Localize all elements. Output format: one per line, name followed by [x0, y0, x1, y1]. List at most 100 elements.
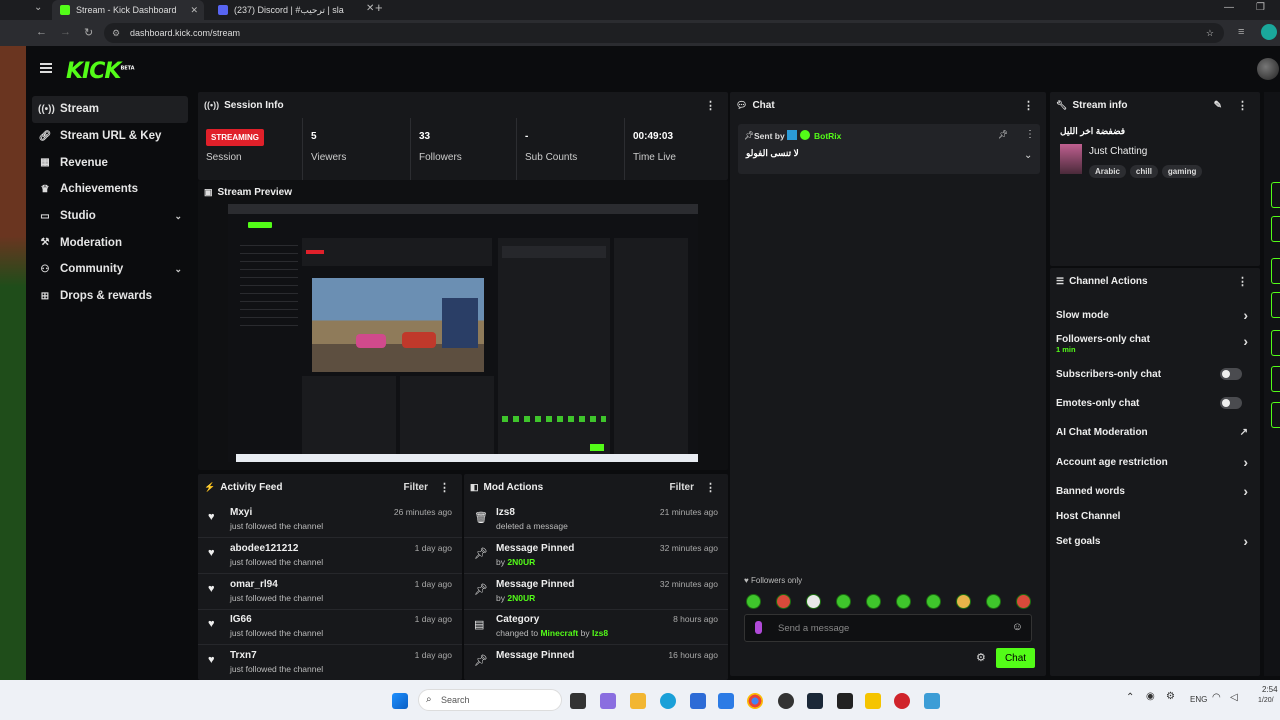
pinned-message[interactable]: 📌︎ Sent by BotRix لا تنسى الفولو 📌︎ ⋮ ⌄: [738, 124, 1040, 174]
more-options-icon[interactable]: ⋮: [705, 99, 716, 112]
activity-user[interactable]: IG66: [230, 614, 252, 625]
set-goals-action[interactable]: Set goals ›: [1056, 530, 1252, 555]
activity-user[interactable]: Trxn7: [230, 650, 257, 661]
chevron-down-icon[interactable]: ⌄: [174, 211, 182, 222]
sidebar-item-studio[interactable]: ▭ Studio ⌄: [32, 203, 188, 230]
edge-item[interactable]: [1271, 258, 1280, 284]
more-options-icon[interactable]: ⋮: [705, 481, 716, 494]
menu-hamburger-icon[interactable]: [40, 63, 52, 73]
user-avatar[interactable]: [1257, 58, 1279, 80]
banned-words-action[interactable]: Banned words ›: [1056, 480, 1252, 505]
emote-icon[interactable]: [776, 594, 791, 609]
emote-icon[interactable]: [746, 594, 761, 609]
edge-item[interactable]: [1271, 330, 1280, 356]
edge-item[interactable]: [1271, 366, 1280, 392]
site-info-icon[interactable]: ⚙: [112, 28, 120, 39]
more-options-icon[interactable]: ⋮: [1237, 99, 1248, 112]
sidebar-item-drops-rewards[interactable]: ⊞ Drops & rewards: [32, 283, 188, 310]
app-icon[interactable]: [865, 693, 881, 709]
emote-icon[interactable]: [866, 594, 881, 609]
url-field[interactable]: ⚙ dashboard.kick.com/stream ☆: [104, 23, 1224, 43]
emote-icon[interactable]: [956, 594, 971, 609]
file-explorer-icon[interactable]: [630, 693, 646, 709]
activity-user[interactable]: omar_rl94: [230, 579, 278, 590]
emote-icon[interactable]: [896, 594, 911, 609]
mail-icon[interactable]: [718, 693, 734, 709]
edge-item[interactable]: [1271, 402, 1280, 428]
filter-button[interactable]: Filter: [670, 482, 694, 493]
task-view-icon[interactable]: [570, 693, 586, 709]
activity-user[interactable]: Mxyi: [230, 507, 252, 518]
profile-avatar[interactable]: [1261, 24, 1277, 40]
back-arrow-icon[interactable]: ←: [36, 26, 47, 38]
reload-icon[interactable]: ↻: [84, 26, 93, 39]
sidebar-item-community[interactable]: ⚇ Community ⌄: [32, 256, 188, 283]
host-channel-action[interactable]: Host Channel: [1056, 505, 1252, 530]
epic-games-icon[interactable]: [837, 693, 853, 709]
chevron-down-icon[interactable]: ⌄: [174, 264, 182, 275]
followers-only-action[interactable]: Followers-only chat 1 min ›: [1056, 328, 1252, 358]
language-indicator[interactable]: ENG: [1190, 695, 1207, 704]
emote-icon[interactable]: [1016, 594, 1031, 609]
minimize-icon[interactable]: —: [1224, 2, 1234, 13]
more-options-icon[interactable]: ⋮: [1025, 129, 1035, 140]
steam-icon[interactable]: [807, 693, 823, 709]
activity-user[interactable]: abodee121212: [230, 543, 298, 554]
bookmark-star-icon[interactable]: ☆: [1206, 28, 1214, 39]
sidebar-item-stream-url-key[interactable]: 🔗︎ Stream URL & Key: [32, 123, 188, 150]
widgets-icon[interactable]: [600, 693, 616, 709]
mod-item-title[interactable]: Izs8: [496, 507, 515, 518]
more-options-icon[interactable]: ⋮: [1023, 99, 1034, 112]
clock-time[interactable]: 2:54: [1262, 685, 1278, 694]
wifi-icon[interactable]: ◠: [1212, 692, 1221, 703]
volume-icon[interactable]: ◁: [1230, 692, 1238, 703]
sidebar-item-achievements[interactable]: ♛ Achievements: [32, 176, 188, 203]
tag-pill[interactable]: gaming: [1161, 165, 1203, 178]
ai-moderation-action[interactable]: AI Chat Moderation ↗: [1056, 421, 1252, 446]
edit-pencil-icon[interactable]: ✎: [1214, 100, 1222, 111]
more-options-icon[interactable]: ⋮: [1237, 275, 1248, 288]
mod-user-link[interactable]: Izs8: [592, 628, 608, 638]
mod-user-link[interactable]: 2N0UR: [507, 593, 535, 603]
chevron-down-icon[interactable]: ⌄: [1024, 150, 1032, 161]
filter-button[interactable]: Filter: [404, 482, 428, 493]
pinned-username[interactable]: BotRix: [814, 131, 841, 141]
riot-icon[interactable]: [894, 693, 910, 709]
sidebar-item-stream[interactable]: ((•)) Stream: [32, 96, 188, 123]
category-link[interactable]: Minecraft: [540, 628, 578, 638]
close-tab-icon[interactable]: ✕: [190, 5, 198, 16]
edge-item[interactable]: [1271, 216, 1280, 242]
slow-mode-action[interactable]: Slow mode ›: [1056, 304, 1252, 329]
emoji-icon[interactable]: ☺: [1012, 621, 1023, 633]
windows-start-icon[interactable]: [392, 693, 408, 709]
clock-date[interactable]: 1/20/: [1258, 697, 1274, 704]
mod-user-link[interactable]: 2N0UR: [507, 557, 535, 567]
kick-logo[interactable]: KICKBETA: [66, 59, 135, 84]
tab-search-icon[interactable]: ⌄: [34, 2, 42, 13]
microphone-icon[interactable]: [755, 621, 762, 634]
more-options-icon[interactable]: ⋮: [439, 481, 450, 494]
emote-icon[interactable]: [836, 594, 851, 609]
emote-icon[interactable]: [806, 594, 821, 609]
app-icon[interactable]: [924, 693, 940, 709]
unpin-icon[interactable]: 📌︎: [998, 130, 1008, 139]
tray-icon[interactable]: ⚙: [1166, 691, 1175, 702]
chat-input[interactable]: Send a message ☺: [744, 614, 1032, 642]
forward-arrow-icon[interactable]: →: [60, 26, 71, 38]
account-age-action[interactable]: Account age restriction ›: [1056, 451, 1252, 476]
tab-kick-dashboard[interactable]: Stream - Kick Dashboard ✕: [52, 0, 204, 20]
emote-icon[interactable]: [986, 594, 1001, 609]
tag-pill[interactable]: Arabic: [1089, 165, 1126, 178]
category-thumbnail[interactable]: [1060, 144, 1082, 174]
new-tab-button[interactable]: +: [375, 0, 383, 15]
chevron-up-icon[interactable]: ⌃: [1126, 692, 1134, 703]
subscribers-only-toggle[interactable]: [1220, 368, 1242, 380]
close-tab-icon[interactable]: ✕: [366, 3, 374, 14]
emote-icon[interactable]: [926, 594, 941, 609]
taskbar-search[interactable]: ⌕ Search: [418, 689, 562, 711]
chrome-icon[interactable]: [747, 693, 763, 709]
edge-item[interactable]: [1271, 292, 1280, 318]
stream-preview-video[interactable]: [228, 204, 698, 462]
tray-icon[interactable]: ◉: [1146, 691, 1155, 702]
emotes-only-toggle[interactable]: [1220, 397, 1242, 409]
